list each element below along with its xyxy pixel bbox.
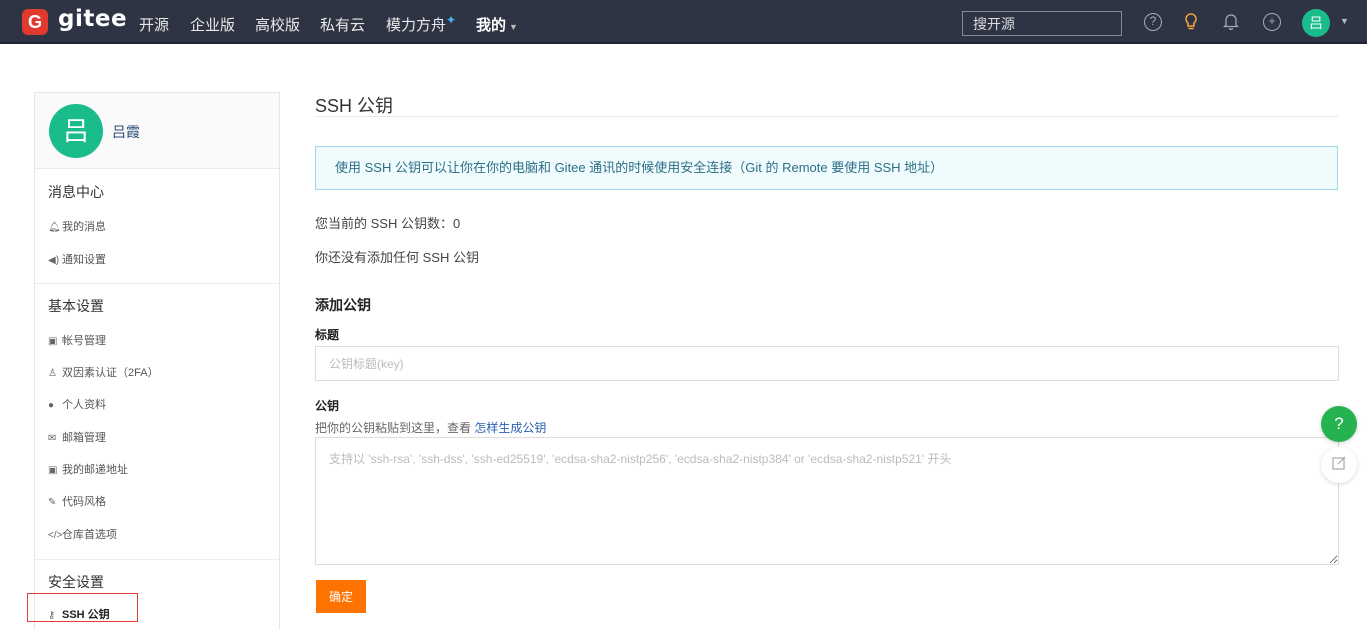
help-circle-icon[interactable]: ? (1144, 13, 1162, 31)
bell-icon[interactable] (1222, 13, 1240, 31)
id-card-icon: ▣ (48, 336, 58, 347)
sidebar-item-code-style[interactable]: ✎ 代码风格 (48, 493, 106, 509)
floating-help-button[interactable]: ? (1321, 406, 1357, 442)
public-key-textarea[interactable] (315, 437, 1339, 565)
envelope-icon: ✉ (48, 433, 57, 444)
plus-circle-icon[interactable]: + (1263, 13, 1281, 31)
search-input[interactable] (962, 11, 1122, 36)
nav-mine-label: 我的 (476, 17, 507, 34)
add-key-heading: 添加公钥 (315, 297, 371, 313)
submit-button[interactable]: 确定 (316, 580, 366, 613)
profile-avatar[interactable]: 吕 (49, 104, 103, 158)
title-field-label: 标题 (315, 328, 340, 342)
ssh-key-count: 您当前的 SSH 公钥数：0 (315, 216, 461, 231)
nav-education[interactable]: 高校版 (255, 14, 300, 35)
nav-private-cloud[interactable]: 私有云 (320, 14, 365, 35)
settings-sidebar: 吕 吕霞 消息中心 🔔︎我的消息 ◀) 通知设置 基本设置 ▣ 帐号管理 ♙ 双因素认… (34, 92, 280, 630)
key-field-label: 公钥 (315, 399, 340, 413)
info-banner: 使用 SSH 公钥可以让你在你的电脑和 Gitee 通讯的时候使用安全连接（Gi… (315, 146, 1338, 190)
key-title-input[interactable] (315, 346, 1339, 381)
sidebar-item-label: 我的邮递地址 (62, 464, 128, 476)
nav-enterprise[interactable]: 企业版 (190, 14, 235, 35)
user-shield-icon: ♙ (48, 368, 57, 379)
brush-icon: ✎ (48, 497, 57, 508)
sidebar-item-label: 邮箱管理 (62, 432, 106, 444)
floating-feedback-button[interactable] (1321, 447, 1357, 483)
nav-mine-dropdown[interactable]: 我的 ▼ (476, 14, 518, 35)
active-item-highlight (27, 593, 138, 622)
address-card-icon: ▣ (48, 465, 58, 476)
key-hint: 把你的公钥粘贴到这里，查看 怎样生成公钥 (315, 419, 546, 436)
top-navbar: G gitee 开源 企业版 高校版 私有云 模力方舟✦ 我的▼ ? + 吕 ▼ (0, 0, 1367, 44)
sidebar-item-label: 代码风格 (62, 496, 106, 508)
section-title-security: 安全设置 (48, 574, 104, 590)
sidebar-item-label: 个人资料 (62, 399, 106, 411)
gitee-brand[interactable]: gitee (58, 6, 127, 32)
sidebar-profile: 吕 吕霞 (35, 93, 279, 169)
speaker-icon: ◀) (48, 255, 60, 266)
title-divider (315, 116, 1338, 117)
code-icon: </> (48, 530, 63, 541)
nav-open-source[interactable]: 开源 (139, 14, 169, 35)
nav-moli-fangzhou[interactable]: 模力方舟✦ (386, 13, 457, 35)
chevron-down-icon: ▼ (509, 22, 518, 32)
nav-moli-label: 模力方舟 (386, 17, 447, 34)
sidebar-item-repo-preferences[interactable]: </>仓库首选项 (48, 526, 117, 542)
lightbulb-icon[interactable] (1182, 13, 1200, 31)
bell-icon: 🔔︎ (48, 222, 61, 233)
key-hint-text: 把你的公钥粘贴到这里，查看 (315, 421, 472, 435)
section-title-basic: 基本设置 (48, 298, 104, 314)
page-title: SSH 公钥 (315, 96, 394, 116)
empty-state-text: 你还没有添加任何 SSH 公钥 (315, 250, 479, 265)
how-to-generate-key-link[interactable]: 怎样生成公钥 (474, 421, 546, 435)
sparkle-icon: ✦ (446, 13, 457, 27)
sidebar-item-label: 我的消息 (62, 221, 106, 233)
sidebar-item-notification-settings[interactable]: ◀) 通知设置 (48, 251, 106, 267)
profile-username[interactable]: 吕霞 (112, 122, 140, 142)
edit-icon (1331, 456, 1345, 470)
user-avatar[interactable]: 吕 (1302, 9, 1330, 37)
gitee-logo-icon[interactable]: G (22, 9, 48, 35)
sidebar-item-mailing-address[interactable]: ▣ 我的邮递地址 (48, 461, 128, 477)
sidebar-item-label: 仓库首选项 (62, 529, 117, 541)
divider (35, 283, 279, 284)
divider (35, 559, 279, 560)
sidebar-item-profile[interactable]: ● 个人资料 (48, 396, 106, 412)
sidebar-item-label: 通知设置 (62, 254, 106, 266)
sidebar-item-label: 帐号管理 (62, 335, 106, 347)
section-title-messages: 消息中心 (48, 184, 104, 200)
sidebar-item-email[interactable]: ✉ 邮箱管理 (48, 429, 106, 445)
user-icon: ● (48, 400, 55, 411)
sidebar-item-account[interactable]: ▣ 帐号管理 (48, 332, 106, 348)
sidebar-item-label: 双因素认证（2FA） (62, 367, 159, 379)
sidebar-item-2fa[interactable]: ♙ 双因素认证（2FA） (48, 364, 159, 380)
sidebar-item-my-messages[interactable]: 🔔︎我的消息 (48, 218, 106, 234)
avatar-chevron-down-icon[interactable]: ▼ (1340, 16, 1349, 26)
